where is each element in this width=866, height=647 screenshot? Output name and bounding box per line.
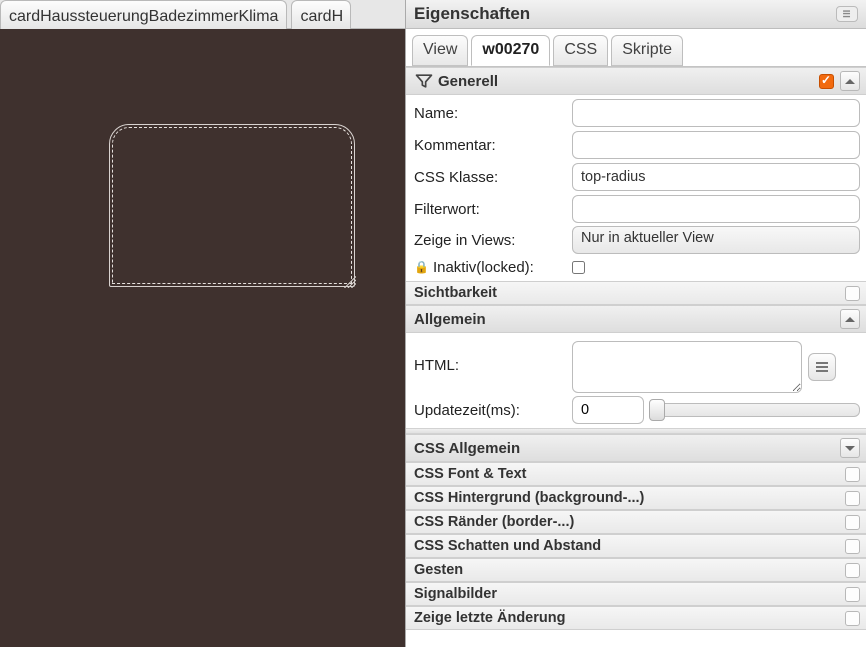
label-show-in-views: Zeige in Views: — [414, 232, 572, 249]
section-header-css-bg[interactable]: CSS Hintergrund (background-...) — [406, 486, 866, 510]
label-css-class: CSS Klasse: — [414, 169, 572, 186]
section-title-generell: Generell — [438, 73, 498, 90]
section-title-sichtbarkeit: Sichtbarkeit — [414, 285, 497, 301]
section-check-css-shadow[interactable] — [845, 539, 860, 554]
selected-widget[interactable] — [109, 124, 355, 287]
input-filterword[interactable] — [572, 195, 860, 223]
section-header-lastchange[interactable]: Zeige letzte Änderung — [406, 606, 866, 630]
input-name[interactable] — [572, 99, 860, 127]
section-check-signal[interactable] — [845, 587, 860, 602]
section-title-css-font: CSS Font & Text — [414, 466, 527, 482]
section-header-css-shadow[interactable]: CSS Schatten und Abstand — [406, 534, 866, 558]
slider-handle[interactable] — [649, 399, 665, 421]
filter-icon — [414, 71, 438, 91]
panel-title-bar: Eigenschaften ☰ — [406, 0, 866, 29]
section-check-css-bg[interactable] — [845, 491, 860, 506]
checkbox-locked[interactable] — [572, 261, 585, 274]
section-title-css-bg: CSS Hintergrund (background-...) — [414, 490, 644, 506]
label-name: Name: — [414, 105, 572, 122]
label-comment: Kommentar: — [414, 137, 572, 154]
section-title-css-border: CSS Ränder (border-...) — [414, 514, 574, 530]
section-header-allgemein[interactable]: Allgemein — [406, 305, 866, 333]
section-header-gesten[interactable]: Gesten — [406, 558, 866, 582]
label-locked: 🔒 Inaktiv(locked): — [414, 259, 572, 276]
tab-css[interactable]: CSS — [553, 35, 608, 66]
select-show-in-views[interactable]: Nur in aktueller View — [572, 226, 860, 254]
section-header-signal[interactable]: Signalbilder — [406, 582, 866, 606]
tab-view[interactable]: View — [412, 35, 468, 66]
resize-handle-se[interactable] — [344, 276, 356, 288]
section-title-css-shadow: CSS Schatten und Abstand — [414, 538, 601, 554]
collapse-css-allgemein[interactable] — [840, 438, 860, 458]
section-header-css-border[interactable]: CSS Ränder (border-...) — [406, 510, 866, 534]
section-check-gesten[interactable] — [845, 563, 860, 578]
label-updatetime: Updatezeit(ms): — [414, 402, 572, 419]
lock-icon: 🔒 — [414, 260, 429, 274]
tab-widget[interactable]: w00270 — [471, 35, 550, 66]
section-title-gesten: Gesten — [414, 562, 463, 578]
label-html: HTML: — [414, 341, 572, 374]
section-check-generell[interactable] — [819, 74, 834, 89]
chevron-up-icon — [845, 79, 855, 84]
section-title-lastchange: Zeige letzte Änderung — [414, 610, 565, 626]
section-title-signal: Signalbilder — [414, 586, 497, 602]
input-updatetime[interactable] — [572, 396, 644, 424]
widget-selection-outline — [112, 127, 352, 284]
property-tabs: View w00270 CSS Skripte — [406, 29, 866, 67]
section-check-lastchange[interactable] — [845, 611, 860, 626]
section-header-generell[interactable]: Generell — [406, 67, 866, 95]
slider-updatetime[interactable] — [650, 403, 860, 417]
chevron-down-icon — [845, 446, 855, 451]
section-check-css-font[interactable] — [845, 467, 860, 482]
expand-html-button[interactable] — [808, 353, 836, 381]
panel-drag-handle-icon[interactable]: ☰ — [836, 6, 858, 22]
chevron-up-icon — [845, 317, 855, 322]
tab-scripts[interactable]: Skripte — [611, 35, 683, 66]
tab-card-other[interactable]: cardH — [291, 0, 351, 29]
section-check-sichtbarkeit[interactable] — [845, 286, 860, 301]
label-filterword: Filterwort: — [414, 201, 572, 218]
section-title-css-allgemein: CSS Allgemein — [414, 440, 520, 457]
textarea-html[interactable] — [572, 341, 802, 393]
section-header-css-allgemein[interactable]: CSS Allgemein — [406, 434, 866, 462]
collapse-generell[interactable] — [840, 71, 860, 91]
collapse-allgemein[interactable] — [840, 309, 860, 329]
lines-icon — [816, 362, 828, 372]
section-header-css-font[interactable]: CSS Font & Text — [406, 462, 866, 486]
section-check-css-border[interactable] — [845, 515, 860, 530]
tab-card-klima[interactable]: cardHaussteuerungBadezimmerKlima — [0, 0, 287, 29]
view-tabs: cardHaussteuerungBadezimmerKlima cardH — [0, 0, 405, 29]
input-css-class[interactable] — [572, 163, 860, 191]
editor-canvas[interactable] — [0, 29, 405, 647]
section-title-allgemein: Allgemein — [414, 311, 486, 328]
section-header-sichtbarkeit[interactable]: Sichtbarkeit — [406, 281, 866, 305]
input-comment[interactable] — [572, 131, 860, 159]
panel-title: Eigenschaften — [414, 4, 530, 24]
